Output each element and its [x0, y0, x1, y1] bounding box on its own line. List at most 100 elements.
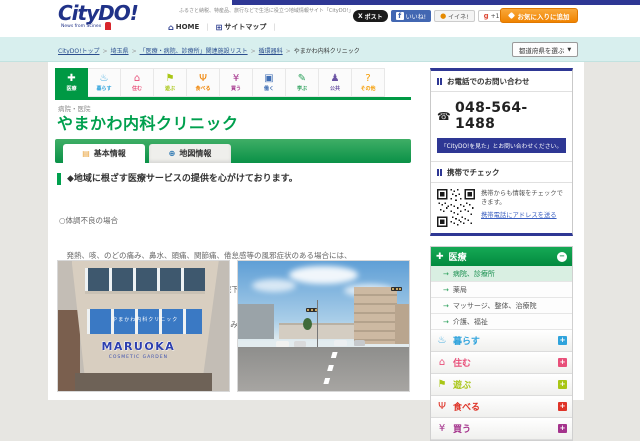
tab-shopping[interactable]: ¥ 買う: [220, 68, 253, 97]
info-tab-bar: ▤ 基本情報 ⊕ 地図情報: [55, 139, 411, 163]
chevron-down-icon: ▼: [567, 47, 571, 53]
tab-housing-label: 住む: [132, 85, 142, 92]
citydo-logo[interactable]: CityDO! News from Scinex: [58, 2, 138, 30]
tab-other[interactable]: ? その他: [352, 68, 385, 97]
menu-section-medical[interactable]: ✚ 医療 −: [431, 247, 572, 266]
logo-accent-icon: [105, 22, 111, 30]
nav-separator: |: [206, 23, 208, 31]
facebook-like-button[interactable]: f いいね!: [391, 10, 431, 22]
breadcrumb-link-list[interactable]: 「医療・病院、診療所」関連施設リスト: [140, 48, 248, 55]
qr-code: [437, 189, 475, 227]
house-icon: ⌂: [134, 73, 140, 84]
golf-flag-icon: ⚑: [436, 379, 448, 390]
expand-toggle-icon[interactable]: +: [558, 380, 567, 389]
facebook-icon: f: [396, 12, 404, 20]
menu-item-carewelfare[interactable]: → 介護、福祉: [431, 314, 572, 330]
phone-icon: ☎: [437, 110, 451, 123]
medical-kit-icon: ✚: [436, 252, 444, 262]
photo-art: [334, 340, 347, 346]
tab-learn[interactable]: ✎ 学ぶ: [286, 68, 319, 97]
arrow-icon: →: [443, 302, 449, 310]
menu-item-hospitals[interactable]: → 病院、診療所: [431, 266, 572, 282]
contact-header-label: お電話でのお問い合わせ: [447, 76, 530, 87]
mixi-icon: ●: [440, 12, 446, 20]
sidebar: お電話でのお問い合わせ ☎ 048-564-1488 「CityDO!を見た」と…: [430, 68, 573, 441]
menu-item-carewelfare-label: 介護、福祉: [453, 317, 488, 327]
header-nav: ⌂ HOME | ⊞ サイトマップ |: [168, 22, 276, 32]
section-headline: ◆地域に根ざす医療サービスの提供を心がけております。: [57, 173, 298, 185]
tab-basic-info[interactable]: ▤ 基本情報: [63, 144, 145, 163]
nav-home[interactable]: ⌂ HOME: [168, 23, 199, 32]
add-favorite-label: お気に入りに追加: [518, 11, 570, 21]
photo-row: やまかわ内科クリニック MARUOKA COSMETIC GARDEN: [57, 260, 410, 392]
send-to-mobile-link[interactable]: 携帯電話にアドレスを送る: [481, 211, 557, 220]
breadcrumb-link-department[interactable]: 循環器科: [259, 48, 283, 55]
tab-play[interactable]: ⚑ 遊ぶ: [154, 68, 187, 97]
golf-flag-icon: ⚑: [166, 73, 175, 84]
menu-item-massage-label: マッサージ、整体、治療院: [453, 301, 537, 311]
breadcrumb-separator: >: [286, 48, 291, 55]
menu-section-eat[interactable]: Ψ 食べる +: [431, 396, 572, 418]
menu-item-pharmacy-label: 薬局: [453, 285, 467, 295]
street-view-photo: [237, 260, 410, 392]
breadcrumb-separator: >: [103, 48, 108, 55]
logo-text: CityDO!: [58, 2, 138, 24]
cutlery-icon: Ψ: [436, 401, 448, 412]
building-brand-subsign: COSMETIC GARDEN: [68, 355, 208, 360]
expand-toggle-icon[interactable]: +: [558, 402, 567, 411]
menu-section-play[interactable]: ⚑ 遊ぶ +: [431, 374, 572, 396]
menu-item-massage[interactable]: → マッサージ、整体、治療院: [431, 298, 572, 314]
tab-public[interactable]: ♟ 公共: [319, 68, 352, 97]
photo-art: [354, 287, 397, 344]
menu-item-pharmacy[interactable]: → 薬局: [431, 282, 572, 298]
photo-art: [252, 279, 296, 292]
add-favorite-button[interactable]: お気に入りに追加: [500, 8, 578, 23]
menu-item-hospitals-label: 病院、診療所: [453, 269, 495, 279]
x-post-button[interactable]: X ポスト: [353, 10, 388, 22]
expand-toggle-icon[interactable]: +: [558, 358, 567, 367]
nav-separator: |: [273, 23, 275, 31]
mobile-check-text: 携帯からも情報をチェックできます。: [481, 190, 563, 206]
tab-shopping-label: 買う: [231, 85, 241, 92]
breadcrumb-band: CityDO!トップ>埼玉県>「医療・病院、診療所」関連施設リスト>循環器科>や…: [0, 36, 640, 62]
collapse-toggle-icon[interactable]: −: [557, 252, 567, 262]
prefecture-select[interactable]: 都道府県を選ぶ ▼: [512, 42, 578, 57]
photo-art: [391, 287, 402, 291]
menu-section-housing-label: 住む: [453, 356, 553, 369]
contact-header: お電話でのお問い合わせ: [431, 71, 572, 92]
menu-section-lifestyle[interactable]: ♨ 暮らす +: [431, 330, 572, 352]
tab-basic-info-label: 基本情報: [94, 148, 126, 159]
mixi-check-button[interactable]: ● イイネ!: [434, 10, 475, 22]
tab-learn-label: 学ぶ: [297, 85, 307, 92]
tab-housing[interactable]: ⌂ 住む: [121, 68, 154, 97]
expand-toggle-icon[interactable]: +: [558, 424, 567, 433]
category-menu: ✚ 医療 − → 病院、診療所 → 薬局 → マッサージ、整体、治療院 → 介護…: [430, 246, 573, 441]
tab-work[interactable]: ▣ 働く: [253, 68, 286, 97]
photo-art: [317, 300, 318, 347]
building-brand-sign: MARUOKA: [68, 340, 208, 353]
menu-section-housing[interactable]: ⌂ 住む +: [431, 352, 572, 374]
tab-medical-label: 医療: [66, 85, 76, 92]
breadcrumb-link-prefecture[interactable]: 埼玉県: [111, 48, 129, 55]
favorite-icon: [507, 12, 514, 19]
nav-sitemap[interactable]: ⊞ サイトマップ: [216, 22, 267, 32]
home-icon: ⌂: [168, 23, 174, 32]
mobile-text-block: 携帯からも情報をチェックできます。 携帯電話にアドレスを送る: [481, 189, 566, 227]
tab-eat[interactable]: Ψ 食べる: [187, 68, 220, 97]
menu-section-lifestyle-label: 暮らす: [453, 334, 553, 347]
section-bars-icon: [437, 78, 439, 85]
breadcrumb-link-top[interactable]: CityDO!トップ: [58, 48, 100, 55]
menu-section-play-label: 遊ぶ: [453, 378, 553, 391]
photo-art: [395, 304, 409, 344]
menu-section-shopping[interactable]: ¥ 買う +: [431, 418, 572, 440]
globe-icon: ⊕: [169, 149, 176, 158]
living-icon: ♨: [100, 73, 109, 84]
photo-art: [354, 340, 365, 346]
breadcrumb: CityDO!トップ>埼玉県>「医療・病院、診療所」関連施設リスト>循環器科>や…: [58, 46, 360, 55]
tab-lifestyle[interactable]: ♨ 暮らす: [88, 68, 121, 97]
tab-map-info[interactable]: ⊕ 地図情報: [149, 144, 231, 163]
tab-medical[interactable]: ✚ 医療: [55, 68, 88, 97]
notebook-icon: ▤: [82, 149, 90, 158]
arrow-icon: →: [443, 270, 449, 278]
expand-toggle-icon[interactable]: +: [558, 336, 567, 345]
